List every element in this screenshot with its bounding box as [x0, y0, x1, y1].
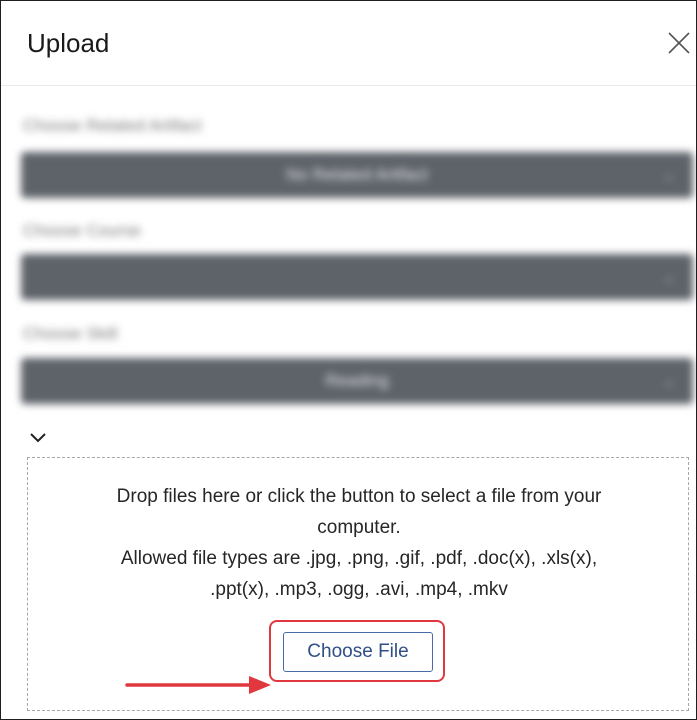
arrow-right-icon: [125, 673, 275, 697]
skill-value: Reading: [325, 371, 389, 390]
choose-file-button[interactable]: Choose File: [283, 632, 433, 672]
course-select[interactable]: ⌄: [21, 254, 693, 300]
upload-dialog: Upload Choose Related Artifact No Relate…: [0, 0, 697, 720]
course-label: Choose Course: [23, 221, 142, 240]
blurred-form-section: Choose Related Artifact No Related Artif…: [1, 86, 696, 421]
dropzone-instruction-line-2: computer.: [317, 517, 401, 538]
skill-select[interactable]: Reading ⌄: [21, 358, 693, 404]
close-icon[interactable]: [665, 29, 693, 57]
related-artifact-label: Choose Related Artifact: [23, 116, 202, 135]
skill-label: Choose Skill: [23, 324, 118, 343]
allowed-types-line-2: .ppt(x), .mp3, .ogg, .avi, .mp4, .mkv: [210, 579, 508, 600]
select-caret-icon: ⌄: [663, 167, 675, 183]
select-caret-icon: ⌄: [663, 269, 675, 285]
allowed-types-line-1: Allowed file types are .jpg, .png, .gif,…: [120, 548, 598, 569]
related-artifact-value: No Related Artifact: [286, 165, 428, 184]
select-caret-icon: ⌄: [663, 373, 675, 389]
dropzone-instruction-line-1: Drop files here or click the button to s…: [116, 486, 602, 507]
choose-file-highlight: Choose File: [269, 620, 445, 682]
dialog-header: Upload: [1, 1, 696, 86]
related-artifact-select[interactable]: No Related Artifact ⌄: [21, 152, 693, 198]
chevron-down-icon[interactable]: [29, 431, 47, 445]
dialog-title: Upload: [27, 28, 110, 58]
